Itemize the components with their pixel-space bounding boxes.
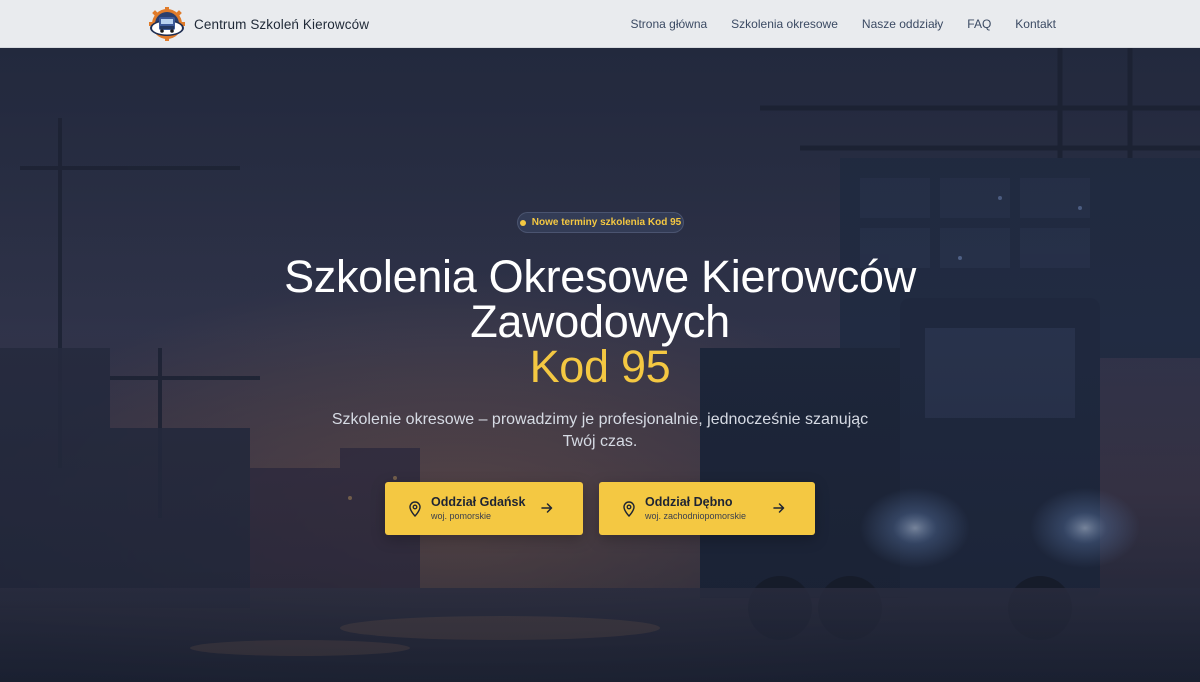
main-navigation: Strona główna Szkolenia okresowe Nasze o… (630, 0, 1056, 48)
branch-gdansk-text: Oddział Gdańsk woj. pomorskie (431, 495, 525, 522)
branch-debno-text: Oddział Dębno woj. zachodniopomorskie (645, 495, 746, 522)
new-dates-badge[interactable]: Nowe terminy szkolenia Kod 95 (517, 212, 684, 233)
arrow-right-icon (541, 503, 553, 513)
branch-debno-region: woj. zachodniopomorskie (645, 511, 747, 521)
arrow-right-icon (773, 503, 785, 513)
hero-section: Nowe terminy szkolenia Kod 95 Szkolenia … (0, 48, 1200, 682)
map-pin-icon (409, 500, 421, 517)
truck-logo-icon (149, 7, 185, 41)
brand-name: Centrum Szkoleń Kierowców (194, 16, 370, 32)
branch-debno-label: Oddział Dębno (645, 495, 733, 509)
nav-link-contact[interactable]: Kontakt (1015, 17, 1056, 31)
badge-dot (519, 219, 526, 226)
hero-title-line-2: Zawodowych (470, 296, 730, 347)
hero-title-accent: Kod 95 (529, 341, 671, 392)
hero-title-line-1: Szkolenia Okresowe Kierowców (284, 251, 916, 302)
nav-link-faq[interactable]: FAQ (967, 17, 991, 31)
hero-title: Szkolenia Okresowe Kierowców Zawodowych … (200, 254, 1000, 389)
map-pin-icon (623, 500, 635, 517)
hero-subtitle: Szkolenie okresowe – prowadzimy je profe… (331, 411, 869, 450)
nav-link-home[interactable]: Strona główna (630, 17, 707, 31)
hero-content: Nowe terminy szkolenia Kod 95 Szkolenia … (0, 48, 1200, 682)
badge-text: Nowe terminy szkolenia Kod 95 (531, 217, 682, 228)
top-navbar: Centrum Szkoleń Kierowców Strona główna … (0, 0, 1200, 48)
branch-gdansk-button[interactable]: Oddział Gdańsk woj. pomorskie (385, 482, 583, 535)
branch-gdansk-label: Oddział Gdańsk (431, 495, 526, 509)
brand[interactable]: Centrum Szkoleń Kierowców (147, 7, 369, 41)
branch-debno-button[interactable]: Oddział Dębno woj. zachodniopomorskie (599, 482, 815, 535)
nav-link-periodic-training[interactable]: Szkolenia okresowe (731, 17, 838, 31)
branch-gdansk-region: woj. pomorskie (431, 511, 492, 521)
nav-link-branches[interactable]: Nasze oddziały (862, 17, 943, 31)
